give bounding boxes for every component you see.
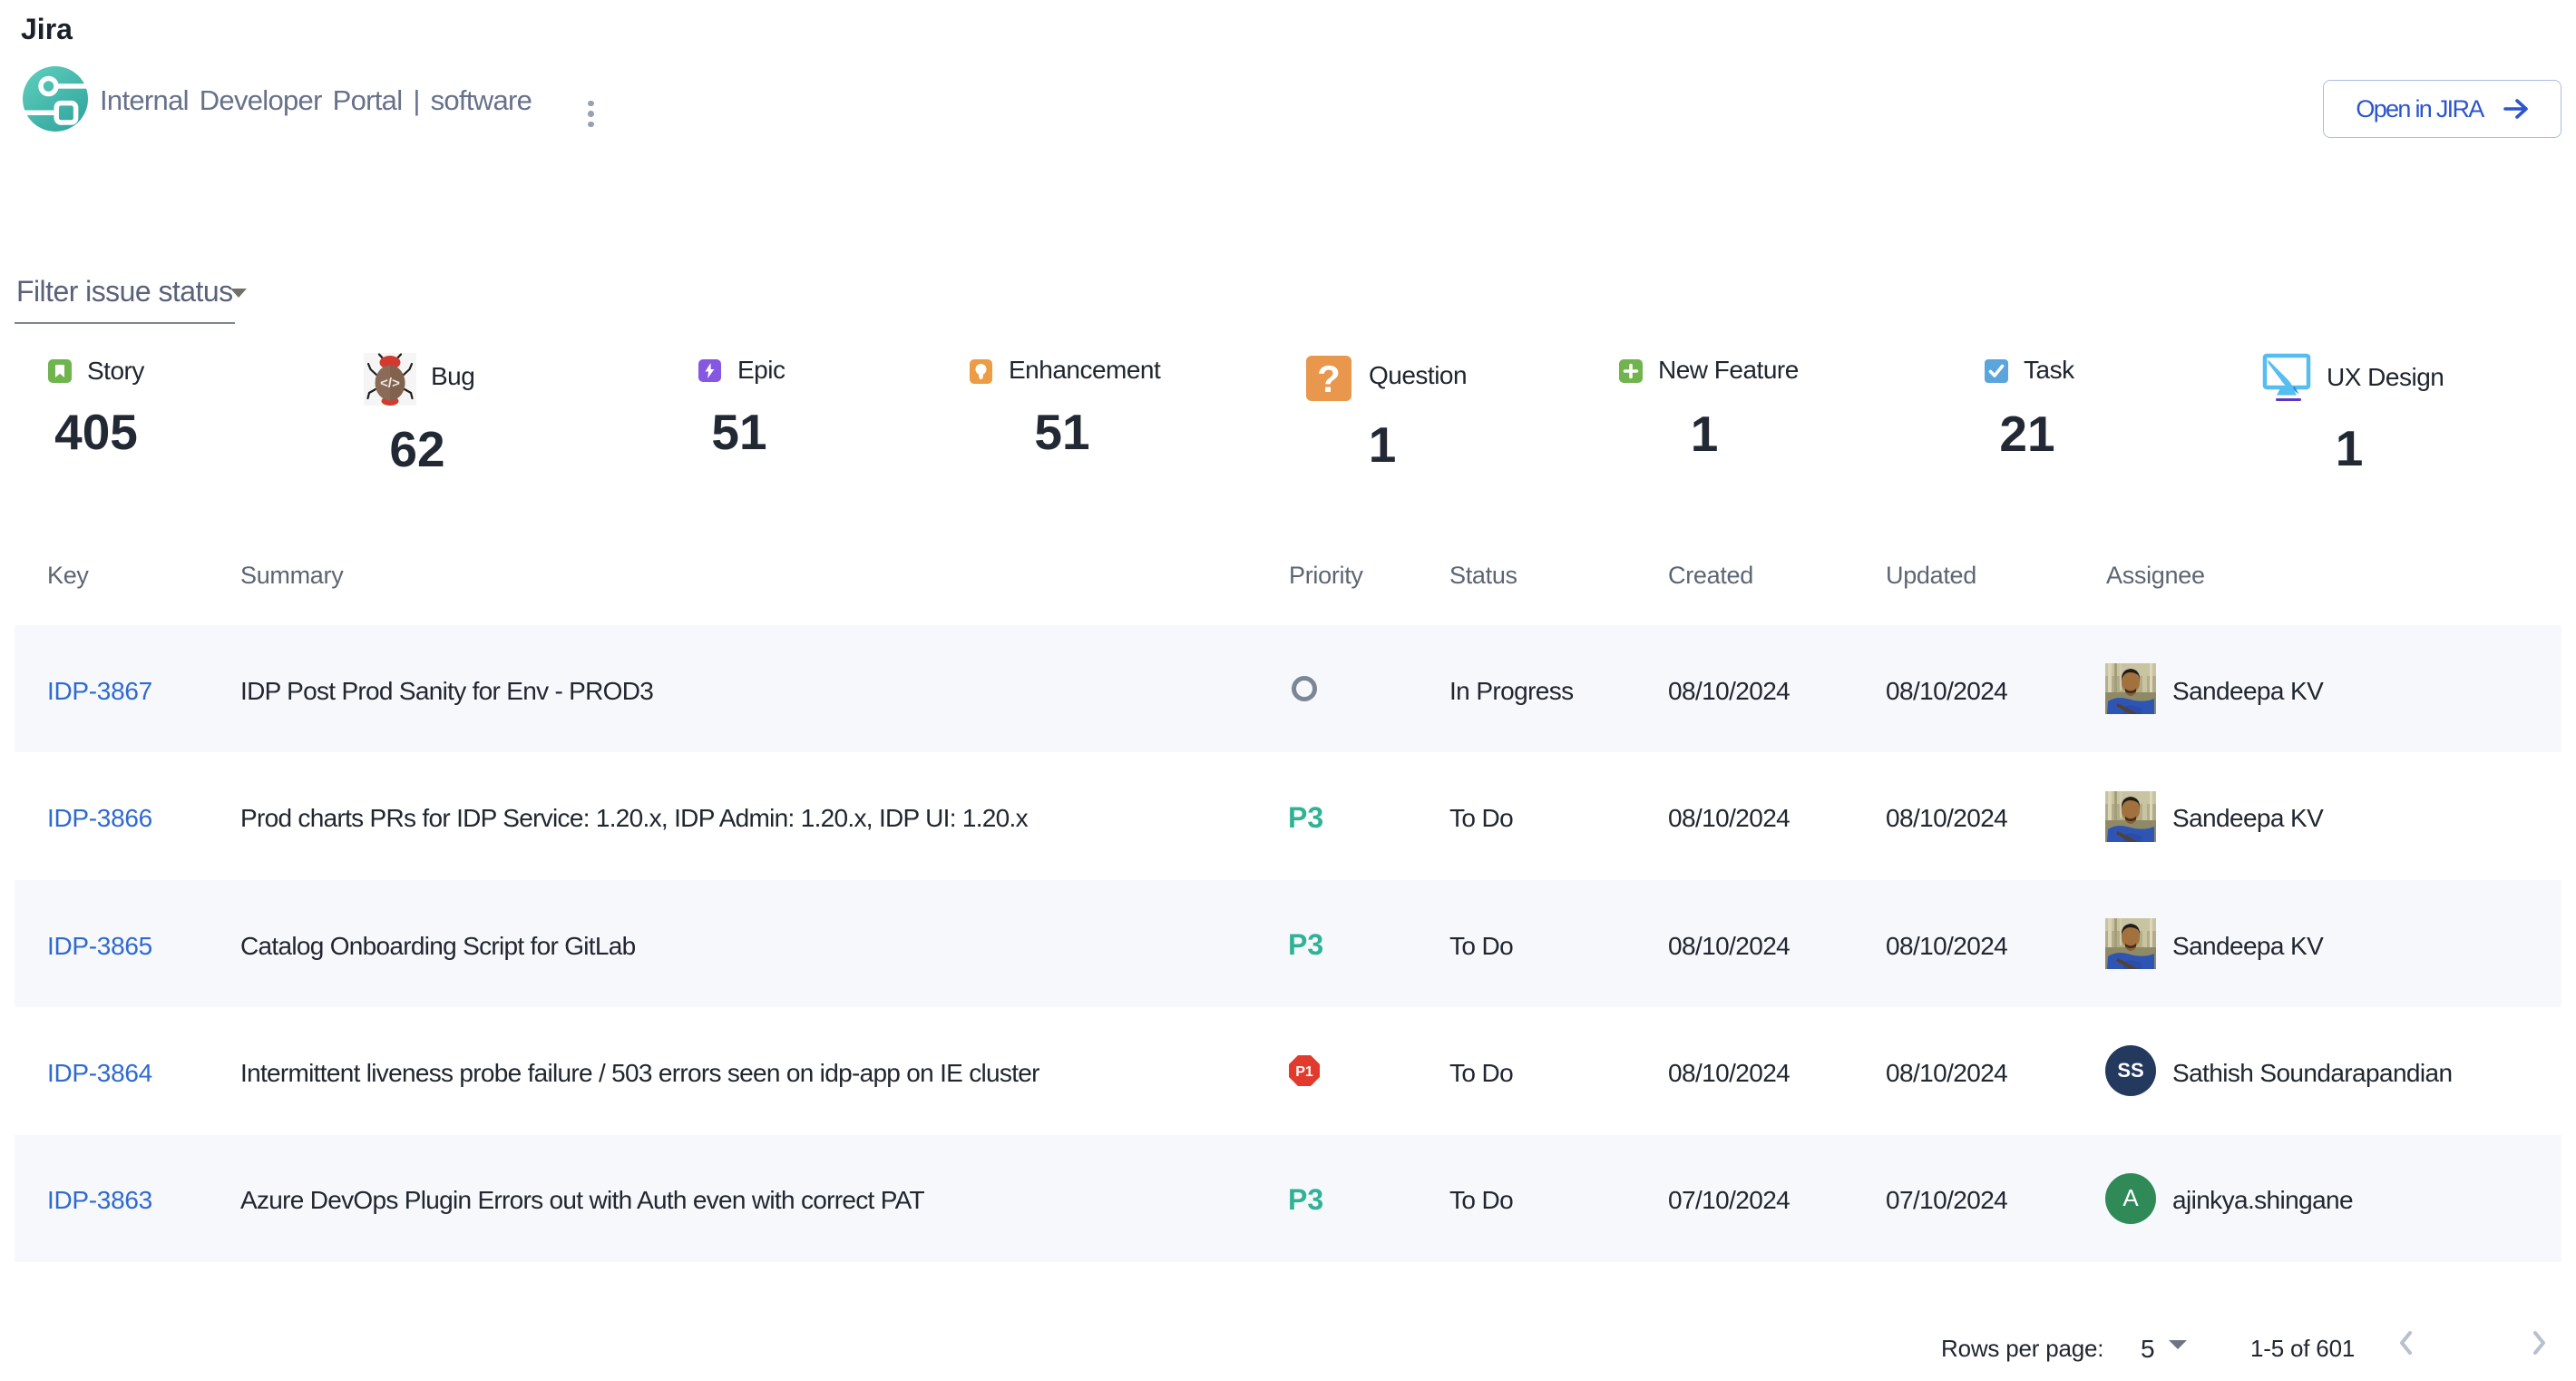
svg-text:</>: </> [380, 376, 400, 391]
svg-text:P1: P1 [1295, 1064, 1313, 1080]
